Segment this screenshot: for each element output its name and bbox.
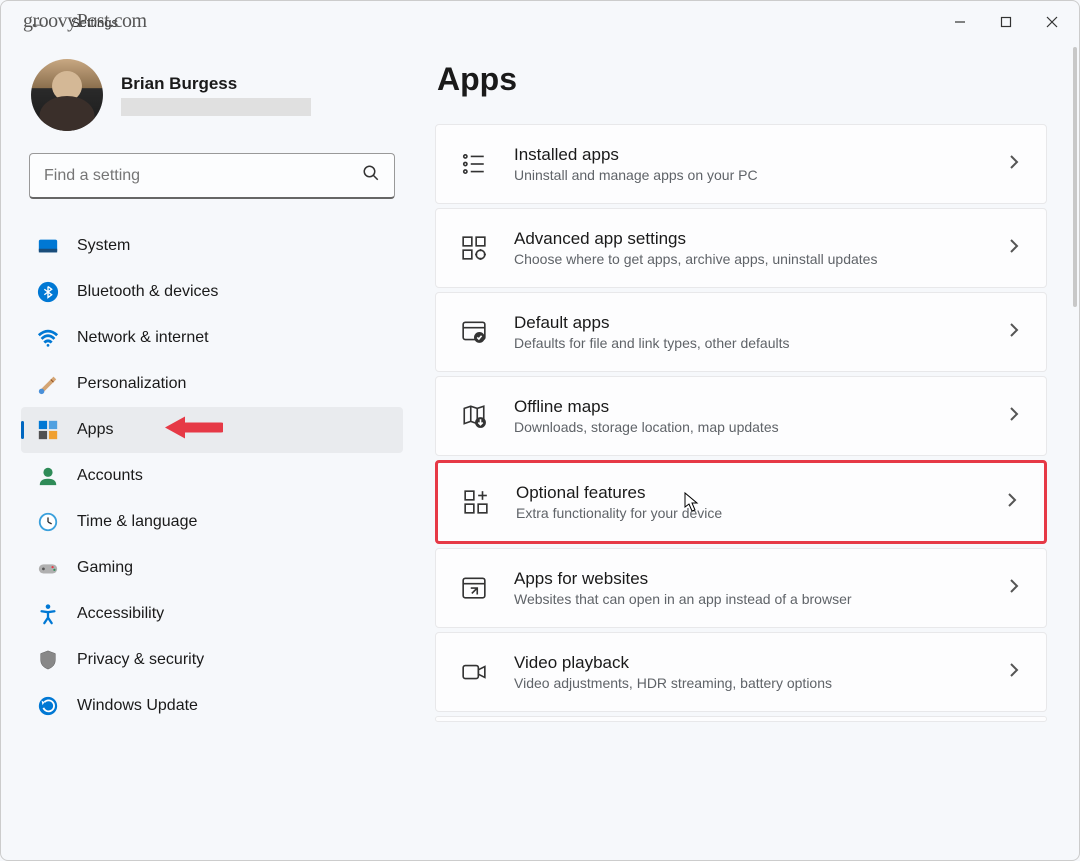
card-desc: Defaults for file and link types, other …: [514, 335, 980, 351]
red-arrow-annotation: [163, 413, 223, 448]
nav-item-bluetooth[interactable]: Bluetooth & devices: [21, 269, 403, 315]
card-advanced-settings[interactable]: Advanced app settings Choose where to ge…: [435, 208, 1047, 288]
shield-icon: [37, 649, 59, 671]
window-check-icon: [460, 318, 488, 346]
list-icon: [460, 150, 488, 178]
avatar: [31, 59, 103, 131]
profile-block[interactable]: Brian Burgess: [21, 59, 403, 131]
card-title: Offline maps: [514, 397, 980, 417]
main-content: Apps Installed apps Uninstall and manage…: [411, 43, 1079, 860]
titlebar: groovyPost.com ← Settings: [1, 1, 1079, 43]
chevron-right-icon: [1004, 492, 1020, 513]
profile-name: Brian Burgess: [121, 74, 311, 94]
chevron-right-icon: [1006, 406, 1022, 427]
video-camera-icon: [460, 658, 488, 686]
nav-item-accessibility[interactable]: Accessibility: [21, 591, 403, 637]
nav-label: Apps: [77, 421, 113, 439]
nav-label: Time & language: [77, 513, 197, 531]
page-title: Apps: [437, 61, 1055, 98]
card-video-playback[interactable]: Video playback Video adjustments, HDR st…: [435, 632, 1047, 712]
chevron-right-icon: [1006, 322, 1022, 343]
update-icon: [37, 695, 59, 717]
nav-label: Personalization: [77, 375, 186, 393]
card-title: Advanced app settings: [514, 229, 980, 249]
chevron-right-icon: [1006, 238, 1022, 259]
nav-item-gaming[interactable]: Gaming: [21, 545, 403, 591]
nav-item-personalization[interactable]: Personalization: [21, 361, 403, 407]
nav-label: Network & internet: [77, 329, 209, 347]
nav-label: Accounts: [77, 467, 143, 485]
card-title: Optional features: [516, 483, 978, 503]
accessibility-icon: [37, 603, 59, 625]
profile-email-redacted: [121, 98, 311, 116]
chevron-right-icon: [1006, 662, 1022, 683]
nav-item-time[interactable]: Time & language: [21, 499, 403, 545]
card-offline-maps[interactable]: Offline maps Downloads, storage location…: [435, 376, 1047, 456]
minimize-button[interactable]: [937, 3, 983, 41]
paintbrush-icon: [37, 373, 59, 395]
accounts-icon: [37, 465, 59, 487]
card-default-apps[interactable]: Default apps Defaults for file and link …: [435, 292, 1047, 372]
system-icon: [37, 235, 59, 257]
nav-label: Privacy & security: [77, 651, 204, 669]
map-download-icon: [460, 402, 488, 430]
card-apps-websites[interactable]: Apps for websites Websites that can open…: [435, 548, 1047, 628]
nav-item-system[interactable]: System: [21, 223, 403, 269]
chevron-right-icon: [1006, 154, 1022, 175]
chevron-right-icon: [1006, 578, 1022, 599]
sidebar: Brian Burgess System Bluetooth & devices…: [1, 43, 411, 860]
bluetooth-icon: [37, 281, 59, 303]
gamepad-icon: [37, 557, 59, 579]
nav-item-privacy[interactable]: Privacy & security: [21, 637, 403, 683]
card-desc: Websites that can open in an app instead…: [514, 591, 980, 607]
maximize-button[interactable]: [983, 3, 1029, 41]
nav-label: Gaming: [77, 559, 133, 577]
nav-item-network[interactable]: Network & internet: [21, 315, 403, 361]
search-input[interactable]: [44, 167, 362, 185]
clock-icon: [37, 511, 59, 533]
nav-label: System: [77, 237, 130, 255]
link-window-icon: [460, 574, 488, 602]
nav-label: Windows Update: [77, 697, 198, 715]
card-desc: Choose where to get apps, archive apps, …: [514, 251, 980, 267]
window-controls: [937, 3, 1075, 41]
nav-label: Bluetooth & devices: [77, 283, 218, 301]
card-optional-features[interactable]: Optional features Extra functionality fo…: [435, 460, 1047, 544]
search-icon: [362, 164, 380, 187]
scrollbar[interactable]: [1073, 47, 1077, 307]
card-desc: Video adjustments, HDR streaming, batter…: [514, 675, 980, 691]
card-title: Default apps: [514, 313, 980, 333]
nav-item-update[interactable]: Windows Update: [21, 683, 403, 729]
settings-list: Installed apps Uninstall and manage apps…: [435, 124, 1055, 722]
nav-list: System Bluetooth & devices Network & int…: [21, 223, 403, 729]
close-button[interactable]: [1029, 3, 1075, 41]
wifi-icon: [37, 327, 59, 349]
nav-item-apps[interactable]: Apps: [21, 407, 403, 453]
grid-gear-icon: [460, 234, 488, 262]
watermark-text: groovyPost.com: [23, 10, 147, 33]
card-title: Apps for websites: [514, 569, 980, 589]
card-desc: Downloads, storage location, map updates: [514, 419, 980, 435]
search-box[interactable]: [29, 153, 395, 199]
card-title: Video playback: [514, 653, 980, 673]
card-partial[interactable]: [435, 716, 1047, 722]
card-installed-apps[interactable]: Installed apps Uninstall and manage apps…: [435, 124, 1047, 204]
nav-label: Accessibility: [77, 605, 164, 623]
card-desc: Extra functionality for your device: [516, 505, 978, 521]
card-desc: Uninstall and manage apps on your PC: [514, 167, 980, 183]
nav-item-accounts[interactable]: Accounts: [21, 453, 403, 499]
grid-plus-icon: [462, 488, 490, 516]
card-title: Installed apps: [514, 145, 980, 165]
apps-icon: [37, 419, 59, 441]
